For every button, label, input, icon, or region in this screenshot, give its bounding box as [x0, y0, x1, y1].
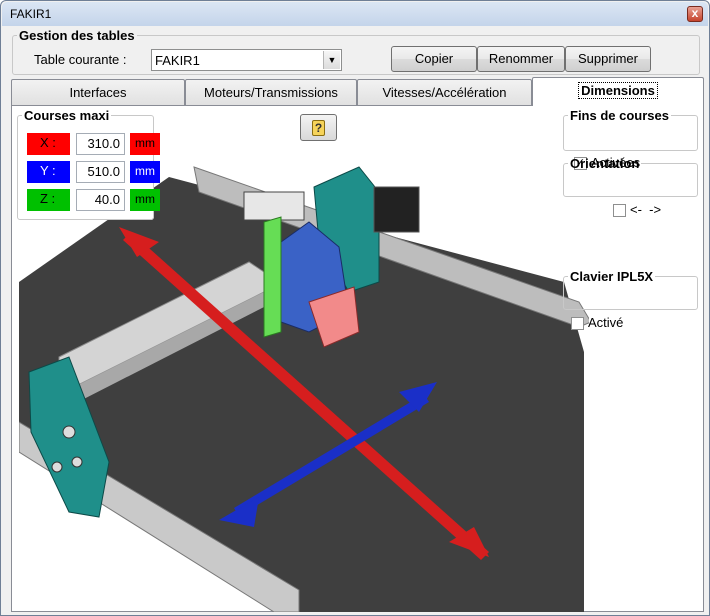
help-icon: ? — [312, 120, 325, 136]
y-unit: mm — [130, 161, 160, 183]
plate-bolt — [62, 425, 76, 439]
copy-button[interactable]: Copier — [391, 46, 477, 72]
x-travel-input[interactable]: 310.0 — [76, 133, 125, 155]
keyboard-group: Clavier IPL5X — [563, 269, 698, 310]
tab-speeds[interactable]: Vitesses/Accélération — [357, 79, 532, 105]
z-axis-label: Z : — [27, 189, 70, 211]
orientation-checkbox-label: <- -> — [630, 202, 662, 217]
rename-button[interactable]: Renommer — [477, 46, 565, 72]
carriage-block — [243, 191, 305, 221]
tab-dimensions-label: Dimensions — [578, 82, 658, 99]
main-window: FAKIR1 x Gestion des tables Table couran… — [0, 0, 710, 616]
client-area: Gestion des tables Table courante : FAKI… — [6, 26, 706, 612]
x-axis-label: X : — [27, 133, 70, 155]
title-bar: FAKIR1 x — [2, 2, 708, 26]
help-button[interactable]: ? — [300, 114, 337, 141]
limit-switch-group: Fins de courses — [563, 108, 698, 151]
plate-bolt — [51, 461, 63, 473]
courses-legend: Courses maxi — [24, 108, 110, 123]
tab-interfaces[interactable]: Interfaces — [11, 79, 185, 105]
y-travel-input[interactable]: 510.0 — [76, 161, 125, 183]
current-table-value: FAKIR1 — [155, 53, 200, 68]
tab-strip: Interfaces Moteurs/Transmissions Vitesse… — [11, 77, 704, 106]
limit-switch-legend: Fins de courses — [570, 108, 669, 123]
z-arrow-shaft — [263, 216, 282, 338]
z-unit: mm — [130, 189, 160, 211]
tab-motors[interactable]: Moteurs/Transmissions — [185, 79, 357, 105]
orientation-group: Orientation — [563, 156, 698, 197]
current-table-label: Table courante : — [34, 52, 127, 67]
keyboard-checkbox-label: Activé — [588, 315, 624, 330]
close-icon[interactable]: x — [687, 6, 703, 22]
table-management-legend: Gestion des tables — [19, 28, 135, 43]
keyboard-checkbox[interactable] — [571, 317, 584, 330]
plate-bolt — [71, 456, 83, 468]
window-title: FAKIR1 — [10, 7, 52, 21]
orientation-legend: Orientation — [570, 156, 640, 171]
dimensions-panel: Courses maxi X : 310.0 mm Y : 510.0 mm Z… — [11, 105, 704, 612]
y-axis-label: Y : — [27, 161, 70, 183]
orientation-checkbox[interactable] — [613, 204, 626, 217]
z-travel-input[interactable]: 40.0 — [76, 189, 125, 211]
chevron-down-icon[interactable]: ▼ — [323, 51, 340, 69]
x-unit: mm — [130, 133, 160, 155]
keyboard-legend: Clavier IPL5X — [570, 269, 654, 284]
current-table-select[interactable]: FAKIR1 ▼ — [151, 49, 342, 71]
delete-button[interactable]: Supprimer — [565, 46, 651, 72]
stepper-motor — [373, 186, 420, 233]
tab-dimensions[interactable]: Dimensions — [532, 77, 704, 106]
